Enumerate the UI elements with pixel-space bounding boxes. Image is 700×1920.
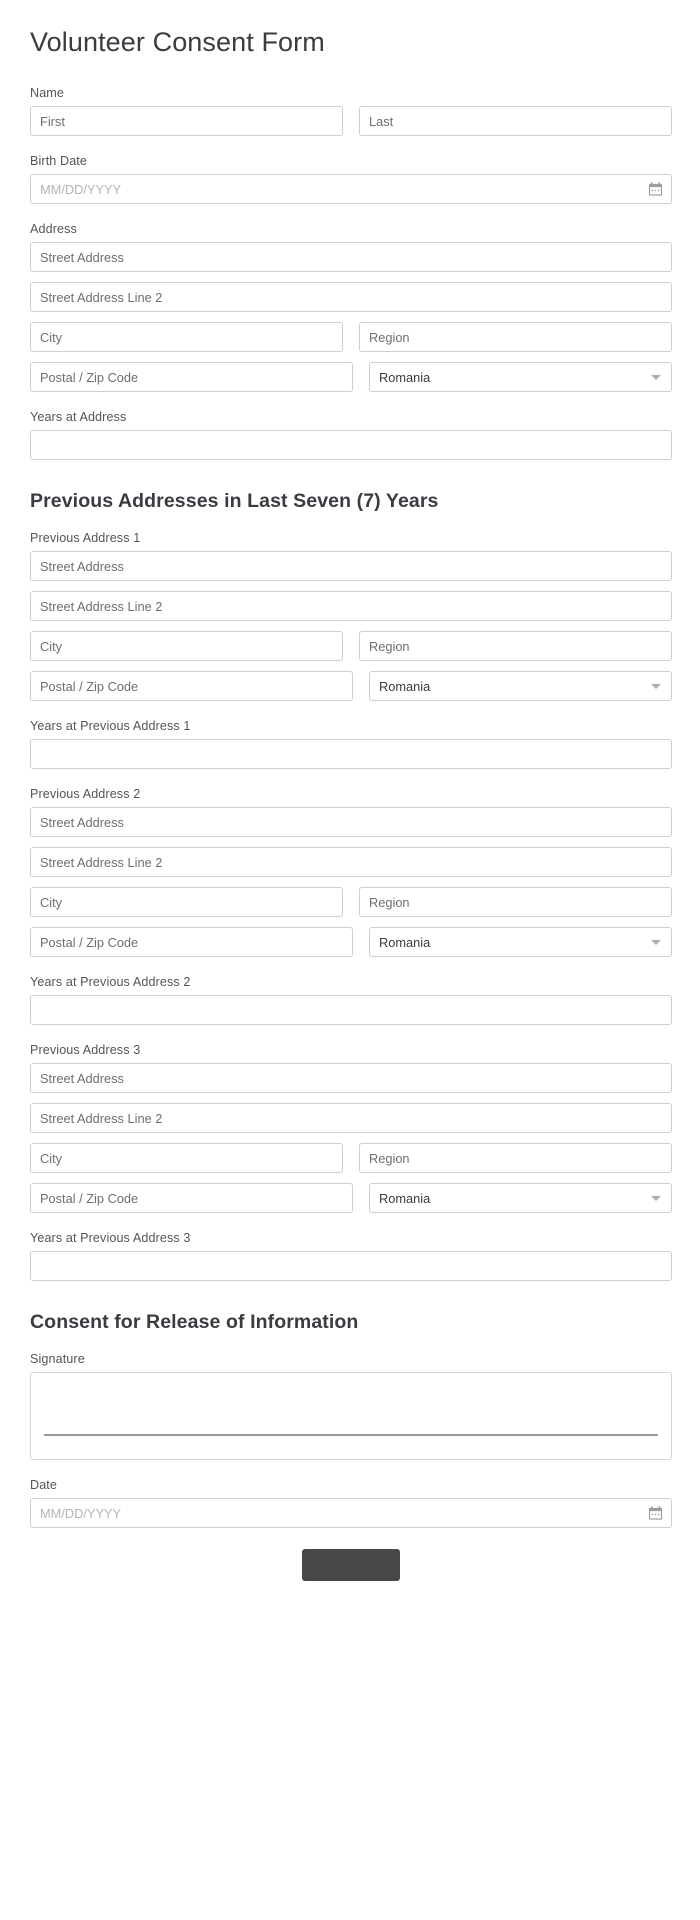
prev1-country-select-wrapper <box>369 671 672 702</box>
previous-address-3-label: Previous Address 3 <box>30 1043 141 1058</box>
prev1-city-input[interactable] <box>30 631 343 662</box>
prev2-city-region-row <box>30 887 672 918</box>
prev2-street-input[interactable] <box>30 807 672 838</box>
prev3-region-input[interactable] <box>359 1143 672 1174</box>
prev2-postal-input[interactable] <box>30 927 353 958</box>
prev3-country-select-wrapper <box>369 1183 672 1214</box>
prev2-street2-row <box>30 847 672 878</box>
prev3-city-region-row <box>30 1143 672 1174</box>
years-at-previous-address-1-input[interactable] <box>30 739 672 770</box>
chevron-down-icon[interactable] <box>651 1196 661 1202</box>
address-city-region-row <box>30 322 672 353</box>
signature-label: Signature <box>30 1352 85 1367</box>
prev1-postal-input[interactable] <box>30 671 353 702</box>
prev1-street-row <box>30 551 672 582</box>
address-country-select[interactable] <box>369 362 672 393</box>
last-name-input[interactable] <box>359 106 672 137</box>
prev3-street2-row <box>30 1103 672 1134</box>
previous-address-3-group: Previous Address 3 <box>30 1043 672 1214</box>
prev1-street2-row <box>30 591 672 622</box>
birth-date-wrapper <box>30 174 672 205</box>
years-at-address-label: Years at Address <box>30 410 127 425</box>
prev3-street-input[interactable] <box>30 1063 672 1094</box>
prev3-city-input[interactable] <box>30 1143 343 1174</box>
name-inputs-row <box>30 106 672 137</box>
previous-address-2-group: Previous Address 2 <box>30 787 672 958</box>
prev1-street-input[interactable] <box>30 551 672 582</box>
birth-date-field-group: Birth Date <box>30 154 672 205</box>
prev2-street2-input[interactable] <box>30 847 672 878</box>
prev2-street-row <box>30 807 672 838</box>
address-city-input[interactable] <box>30 322 343 353</box>
years-at-address-input[interactable] <box>30 430 672 461</box>
volunteer-consent-form: Volunteer Consent Form Name Birth Date A… <box>0 0 700 1920</box>
prev1-country-select[interactable] <box>369 671 672 702</box>
first-name-input[interactable] <box>30 106 343 137</box>
consent-heading: Consent for Release of Information <box>30 1311 359 1334</box>
prev1-region-input[interactable] <box>359 631 672 662</box>
prev2-country-select-wrapper <box>369 927 672 958</box>
previous-address-1-group: Previous Address 1 <box>30 531 672 702</box>
years-at-previous-address-1-label: Years at Previous Address 1 <box>30 719 191 734</box>
consent-date-group: Date <box>30 1478 672 1529</box>
address-postal-country-row <box>30 362 672 393</box>
address-field-group: Address <box>30 222 672 393</box>
signature-group: Signature <box>30 1352 672 1461</box>
years-at-previous-address-3-input[interactable] <box>30 1251 672 1282</box>
years-at-previous-address-1-group: Years at Previous Address 1 <box>30 719 672 770</box>
chevron-down-icon[interactable] <box>651 940 661 946</box>
years-at-previous-address-3-group: Years at Previous Address 3 <box>30 1231 672 1282</box>
years-at-previous-address-2-input[interactable] <box>30 995 672 1026</box>
prev1-postal-country-row <box>30 671 672 702</box>
page-title: Volunteer Consent Form <box>30 27 325 57</box>
address-country-select-wrapper <box>369 362 672 393</box>
prev2-country-select[interactable] <box>369 927 672 958</box>
prev3-postal-country-row <box>30 1183 672 1214</box>
previous-addresses-heading: Previous Addresses in Last Seven (7) Yea… <box>30 490 439 513</box>
years-at-previous-address-2-group: Years at Previous Address 2 <box>30 975 672 1026</box>
address-postal-input[interactable] <box>30 362 353 393</box>
consent-date-label: Date <box>30 1478 58 1493</box>
birth-date-input[interactable] <box>30 174 672 205</box>
chevron-down-icon[interactable] <box>651 375 661 381</box>
signature-line <box>44 1434 658 1437</box>
birth-date-label: Birth Date <box>30 154 87 169</box>
name-label: Name <box>30 86 64 101</box>
prev1-city-region-row <box>30 631 672 662</box>
address-label: Address <box>30 222 77 237</box>
previous-address-1-label: Previous Address 1 <box>30 531 141 546</box>
prev3-street2-input[interactable] <box>30 1103 672 1134</box>
years-at-previous-address-3-label: Years at Previous Address 3 <box>30 1231 191 1246</box>
address-street2-input[interactable] <box>30 282 672 313</box>
address-street-input[interactable] <box>30 242 672 273</box>
calendar-icon[interactable] <box>648 1506 663 1521</box>
years-at-address-group: Years at Address <box>30 410 672 461</box>
prev2-region-input[interactable] <box>359 887 672 918</box>
prev2-city-input[interactable] <box>30 887 343 918</box>
chevron-down-icon[interactable] <box>651 684 661 690</box>
address-region-input[interactable] <box>359 322 672 353</box>
prev3-country-select[interactable] <box>369 1183 672 1214</box>
name-field-group: Name <box>30 86 672 137</box>
previous-address-2-label: Previous Address 2 <box>30 787 141 802</box>
address-street2-row <box>30 282 672 313</box>
consent-date-wrapper <box>30 1498 672 1529</box>
prev1-street2-input[interactable] <box>30 591 672 622</box>
years-at-previous-address-2-label: Years at Previous Address 2 <box>30 975 191 990</box>
signature-pad[interactable] <box>30 1372 672 1461</box>
calendar-icon[interactable] <box>648 182 663 197</box>
address-street-row <box>30 242 672 273</box>
prev3-street-row <box>30 1063 672 1094</box>
submit-row <box>30 1549 672 1582</box>
prev3-postal-input[interactable] <box>30 1183 353 1214</box>
prev2-postal-country-row <box>30 927 672 958</box>
submit-button[interactable] <box>302 1549 400 1582</box>
consent-date-input[interactable] <box>30 1498 672 1529</box>
